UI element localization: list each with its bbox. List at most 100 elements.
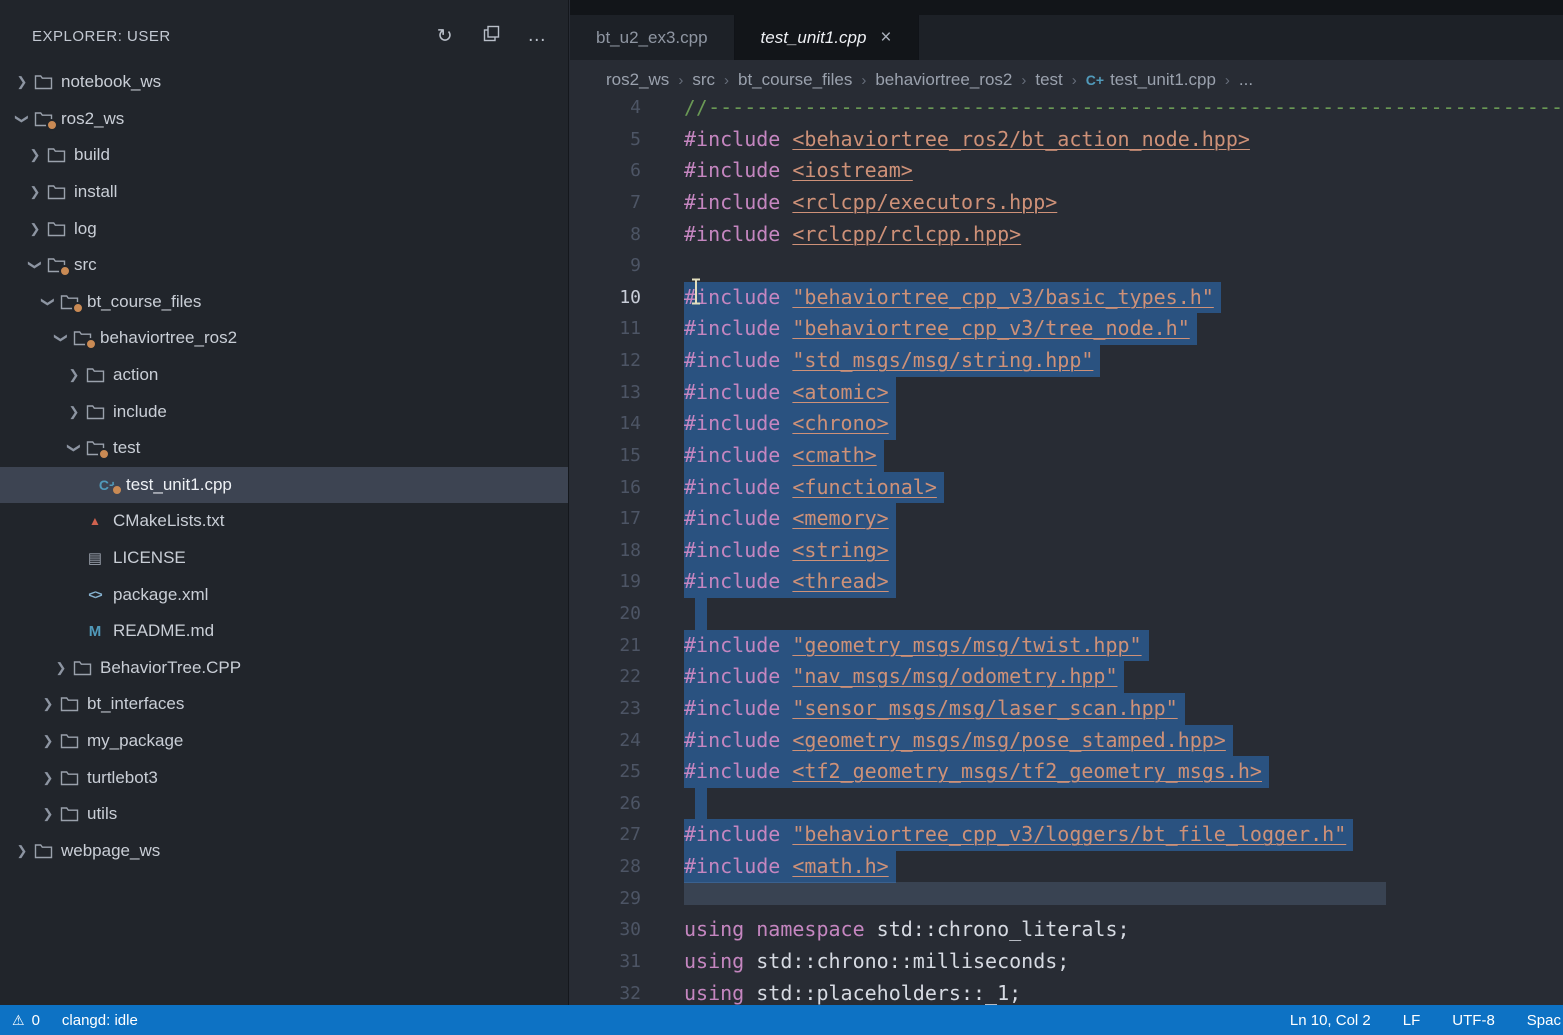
line-number[interactable]: 16 [570, 472, 641, 504]
code-line[interactable]: 27 #include "behaviortree_cpp_v3/loggers… [570, 819, 1563, 851]
chevron-icon[interactable]: ❯ [12, 843, 32, 859]
code-line[interactable]: 30 using namespace std::chrono_literals; [570, 914, 1563, 946]
line-number[interactable]: 13 [570, 377, 641, 409]
refresh-explorer-icon[interactable]: ↻ [434, 25, 456, 48]
line-number[interactable]: 26 [570, 788, 641, 820]
line-number[interactable]: 8 [570, 219, 641, 251]
line-number[interactable]: 17 [570, 503, 641, 535]
chevron-icon[interactable]: ❯ [12, 74, 32, 90]
chevron-icon[interactable]: ❯ [66, 438, 82, 458]
line-number[interactable]: 9 [570, 250, 641, 282]
tree-item-license[interactable]: ❯ ▤ LICENSE [0, 540, 568, 577]
tree-item-test[interactable]: ❯ test [0, 430, 568, 467]
code-line[interactable]: 4 //------------------------------------… [570, 100, 1563, 124]
chevron-icon[interactable]: ❯ [64, 367, 84, 383]
line-number[interactable]: 20 [570, 598, 641, 630]
collapse-folders-icon[interactable] [480, 25, 502, 48]
line-number[interactable]: 19 [570, 566, 641, 598]
tree-item-bt_interfaces[interactable]: ❯ bt_interfaces [0, 686, 568, 723]
code-line[interactable]: 19 #include <thread> [570, 566, 1563, 598]
tab-test_unit1.cpp[interactable]: test_unit1.cpp × [735, 15, 919, 60]
line-number[interactable]: 18 [570, 535, 641, 567]
chevron-icon[interactable]: ❯ [40, 292, 56, 312]
tree-item-action[interactable]: ❯ action [0, 357, 568, 394]
code-line[interactable]: 9 [570, 250, 1563, 282]
tree-item-test_unit1.cpp[interactable]: ❯ C+ test_unit1.cpp [0, 467, 568, 504]
indentation-indicator[interactable]: Spac [1527, 1012, 1561, 1029]
code-line[interactable]: 14 #include <chrono> [570, 408, 1563, 440]
tree-item-build[interactable]: ❯ build [0, 137, 568, 174]
line-number[interactable]: 6 [570, 155, 641, 187]
code-line[interactable]: 7 #include <rclcpp/executors.hpp> [570, 187, 1563, 219]
breadcrumb-...[interactable]: ... [1239, 70, 1253, 90]
line-number[interactable]: 7 [570, 187, 641, 219]
eol-indicator[interactable]: LF [1403, 1012, 1421, 1029]
breadcrumb-test[interactable]: test [1035, 70, 1062, 90]
chevron-icon[interactable]: ❯ [25, 147, 45, 163]
tab-bt_u2_ex3.cpp[interactable]: bt_u2_ex3.cpp [570, 15, 735, 60]
code-line[interactable]: 18 #include <string> [570, 535, 1563, 567]
tree-item-ros2_ws[interactable]: ❯ ros2_ws [0, 101, 568, 138]
chevron-icon[interactable]: ❯ [64, 404, 84, 420]
chevron-icon[interactable]: ❯ [38, 770, 58, 786]
tree-item-behaviortree_ros2[interactable]: ❯ behaviortree_ros2 [0, 320, 568, 357]
line-number[interactable]: 12 [570, 345, 641, 377]
breadcrumb-ros2_ws[interactable]: ros2_ws [606, 70, 669, 90]
tree-item-behaviortree.cpp[interactable]: ❯ BehaviorTree.CPP [0, 650, 568, 687]
line-number[interactable]: 32 [570, 978, 641, 1006]
tree-item-bt_course_files[interactable]: ❯ bt_course_files [0, 284, 568, 321]
code-line[interactable]: 20 [570, 598, 1563, 630]
code-line[interactable]: 25 #include <tf2_geometry_msgs/tf2_geome… [570, 756, 1563, 788]
line-number[interactable]: 24 [570, 725, 641, 757]
line-number[interactable]: 28 [570, 851, 641, 883]
chevron-icon[interactable]: ❯ [14, 109, 30, 129]
tree-item-turtlebot3[interactable]: ❯ turtlebot3 [0, 759, 568, 796]
breadcrumb-src[interactable]: src [692, 70, 715, 90]
code-line[interactable]: 8 #include <rclcpp/rclcpp.hpp> [570, 219, 1563, 251]
code-line[interactable]: 31 using std::chrono::milliseconds; [570, 946, 1563, 978]
clangd-status[interactable]: clangd: idle [62, 1012, 138, 1029]
problems-indicator[interactable]: ⚠ 0 [12, 1012, 40, 1029]
code-line[interactable]: 22 #include "nav_msgs/msg/odometry.hpp" [570, 661, 1563, 693]
line-number[interactable]: 15 [570, 440, 641, 472]
code-line[interactable]: 12 #include "std_msgs/msg/string.hpp" [570, 345, 1563, 377]
line-number[interactable]: 5 [570, 124, 641, 156]
encoding-indicator[interactable]: UTF-8 [1452, 1012, 1495, 1029]
code-line[interactable]: 6 #include <iostream> [570, 155, 1563, 187]
more-actions-icon[interactable]: … [526, 25, 548, 47]
tree-item-src[interactable]: ❯ src [0, 247, 568, 284]
chevron-icon[interactable]: ❯ [25, 184, 45, 200]
chevron-icon[interactable]: ❯ [27, 255, 43, 275]
chevron-icon[interactable]: ❯ [51, 660, 71, 676]
code-line[interactable]: 28 #include <math.h> [570, 851, 1563, 883]
chevron-icon[interactable]: ❯ [38, 733, 58, 749]
tree-item-log[interactable]: ❯ log [0, 210, 568, 247]
line-number[interactable]: 31 [570, 946, 641, 978]
code-line[interactable]: 32 using std::placeholders::_1; [570, 978, 1563, 1006]
line-number[interactable]: 27 [570, 819, 641, 851]
chevron-icon[interactable]: ❯ [38, 696, 58, 712]
chevron-icon[interactable]: ❯ [53, 328, 69, 348]
horizontal-scrollbar[interactable] [684, 882, 1386, 905]
code-line[interactable]: 10 #include "behaviortree_cpp_v3/basic_t… [570, 282, 1563, 314]
line-number[interactable]: 14 [570, 408, 641, 440]
line-number[interactable]: 10 [570, 282, 641, 314]
code-line[interactable]: 26 [570, 788, 1563, 820]
line-number[interactable]: 22 [570, 661, 641, 693]
code-line[interactable]: 13 #include <atomic> [570, 377, 1563, 409]
chevron-icon[interactable]: ❯ [25, 221, 45, 237]
tree-item-my_package[interactable]: ❯ my_package [0, 723, 568, 760]
breadcrumb-bt_course_files[interactable]: bt_course_files [738, 70, 852, 90]
line-number[interactable]: 29 [570, 883, 641, 915]
code-line[interactable]: 5 #include <behaviortree_ros2/bt_action_… [570, 124, 1563, 156]
line-number[interactable]: 21 [570, 630, 641, 662]
breadcrumb-test_unit1.cpp[interactable]: C+ test_unit1.cpp [1086, 70, 1216, 90]
line-number[interactable]: 4 [570, 100, 641, 124]
tab-close-icon[interactable]: × [880, 27, 891, 49]
tree-item-utils[interactable]: ❯ utils [0, 796, 568, 833]
code-line[interactable]: 15 #include <cmath> [570, 440, 1563, 472]
tree-item-notebook_ws[interactable]: ❯ notebook_ws [0, 64, 568, 101]
code-line[interactable]: 16 #include <functional> [570, 472, 1563, 504]
line-number[interactable]: 11 [570, 313, 641, 345]
code-line[interactable]: 17 #include <memory> [570, 503, 1563, 535]
